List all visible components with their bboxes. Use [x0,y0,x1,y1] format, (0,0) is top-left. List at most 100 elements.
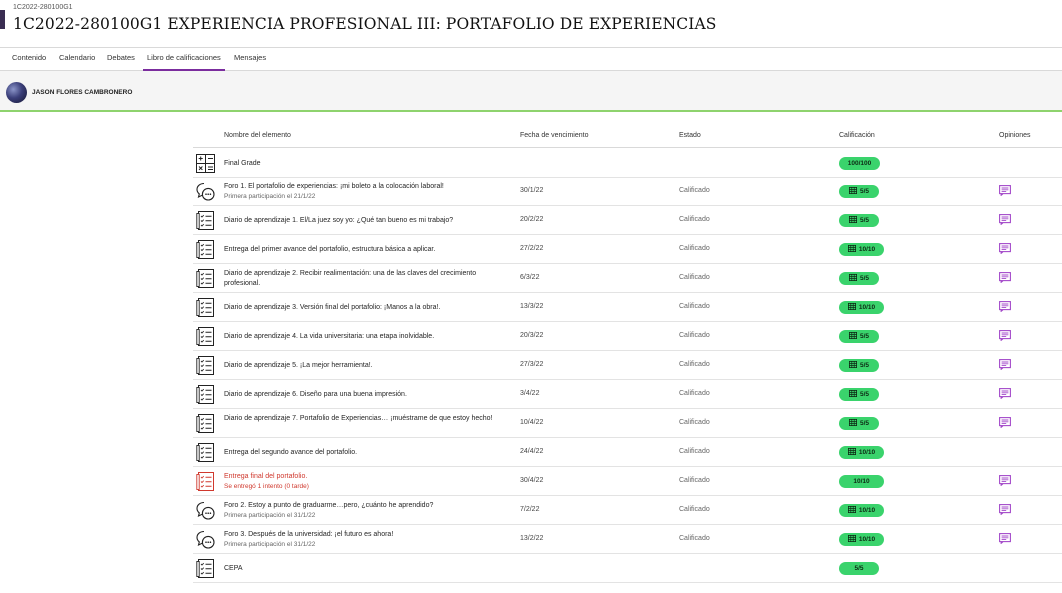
table-row: Foro 1. El portafolio de experiencias: ¡… [193,177,1062,206]
header-feedback: Opiniones [999,132,1031,139]
table-row: Diario de aprendizaje 6. Diseño para una… [193,380,1062,409]
assignment-icon [196,240,215,259]
grade-pill[interactable]: 5/5 [839,330,879,343]
course-title: 1C2022-280100G1 EXPERIENCIA PROFESIONAL … [13,15,717,33]
assignment-icon [196,443,215,462]
tab-debates[interactable]: Debates [103,48,139,71]
item-name[interactable]: Entrega del primer avance del portafolio… [224,245,504,255]
item-name[interactable]: Final Grade [224,159,504,169]
grade-pill[interactable]: 10/10 [839,243,884,256]
grade-pill[interactable]: 5/5 [839,562,879,575]
grade-pill[interactable]: 5/5 [839,214,879,227]
grade-pill[interactable]: 100/100 [839,157,880,170]
grade-pill[interactable]: 5/5 [839,417,879,430]
table-row: Diario de aprendizaje 7. Portafolio de E… [193,409,1062,438]
due-date: 6/3/22 [520,274,540,281]
discussion-icon [196,501,215,520]
feedback-icon[interactable] [999,212,1011,226]
due-date: 13/3/22 [520,303,544,310]
item-name[interactable]: Diario de aprendizaje 4. La vida univers… [224,332,504,342]
item-title[interactable]: Diario de aprendizaje 4. La vida univers… [224,333,434,340]
feedback-icon[interactable] [999,357,1011,371]
tab-mensajes[interactable]: Mensajes [230,48,270,71]
status-text: Calificado [679,419,710,426]
table-row: Entrega del primer avance del portafolio… [193,235,1062,264]
item-subtitle: Primera participación el 31/1/22 [224,540,316,548]
avatar[interactable] [6,82,27,103]
item-name[interactable]: Diario de aprendizaje 5. ¡La mejor herra… [224,361,504,371]
feedback-icon[interactable] [999,241,1011,255]
grade-pill[interactable]: 10/10 [839,446,884,459]
header-status[interactable]: Estado [679,132,701,139]
item-name[interactable]: Diario de aprendizaje 2. Recibir realime… [224,269,504,288]
status-text: Calificado [679,332,710,339]
item-name[interactable]: Entrega del segundo avance del portafoli… [224,448,504,458]
table-row: Diario de aprendizaje 3. Versión final d… [193,293,1062,322]
item-name[interactable]: Foro 3. Después de la universidad: ¡el f… [224,530,504,549]
due-date: 20/3/22 [520,332,544,339]
item-title[interactable]: Diario de aprendizaje 7. Portafolio de E… [224,415,492,422]
feedback-icon[interactable] [999,415,1011,429]
item-title[interactable]: Entrega del primer avance del portafolio… [224,246,435,253]
item-title[interactable]: Entrega final del portafolio. [224,473,307,480]
grade-pill[interactable]: 5/5 [839,388,879,401]
status-text: Calificado [679,216,710,223]
grade-table-icon [848,419,860,427]
grade-table-icon [847,535,859,543]
grade-pill[interactable]: 10/10 [839,475,884,488]
item-title[interactable]: Foro 3. Después de la universidad: ¡el f… [224,531,393,538]
course-color-stripe [0,10,5,29]
item-name[interactable]: Foro 2. Estoy a punto de graduarme…pero,… [224,501,504,520]
grade-value: 5/5 [854,565,864,572]
feedback-icon[interactable] [999,386,1011,400]
item-title[interactable]: CEPA [224,565,243,572]
item-name[interactable]: Diario de aprendizaje 6. Diseño para una… [224,390,504,400]
tab-contenido[interactable]: Contenido [8,48,50,71]
item-title[interactable]: Foro 1. El portafolio de experiencias: ¡… [224,183,444,190]
item-name[interactable]: Diario de aprendizaje 1. El/La juez soy … [224,216,504,226]
feedback-icon[interactable] [999,502,1011,516]
header-due-date[interactable]: Fecha de vencimiento [520,132,588,139]
due-date: 3/4/22 [520,390,540,397]
feedback-icon[interactable] [999,270,1011,284]
feedback-icon[interactable] [999,531,1011,545]
item-name[interactable]: Diario de aprendizaje 7. Portafolio de E… [224,414,504,424]
course-nav-tabs: Contenido Calendario Debates Libro de ca… [0,47,1062,71]
feedback-icon[interactable] [999,183,1011,197]
item-title[interactable]: Diario de aprendizaje 6. Diseño para una… [224,391,407,398]
feedback-icon[interactable] [999,299,1011,313]
feedback-icon[interactable] [999,328,1011,342]
grade-pill[interactable]: 10/10 [839,301,884,314]
item-name[interactable]: Foro 1. El portafolio de experiencias: ¡… [224,182,504,201]
grade-pill[interactable]: 10/10 [839,533,884,546]
item-title[interactable]: Entrega del segundo avance del portafoli… [224,449,357,456]
tab-libro-de-calificaciones[interactable]: Libro de calificaciones [143,48,225,71]
grade-value: 10/10 [858,507,876,514]
item-name[interactable]: CEPA [224,564,504,574]
grade-table-icon [848,361,860,369]
grade-table-icon [848,390,860,398]
item-title[interactable]: Diario de aprendizaje 2. Recibir realime… [224,270,476,287]
grades-table-header: Nombre del elemento Fecha de vencimiento… [193,125,1062,148]
grade-value: 5/5 [859,217,870,224]
grade-pill[interactable]: 5/5 [839,185,879,198]
item-name[interactable]: Entrega final del portafolio. Se entregó … [224,472,504,491]
grade-pill[interactable]: 5/5 [839,272,879,285]
item-title[interactable]: Diario de aprendizaje 5. ¡La mejor herra… [224,362,373,369]
table-row: Diario de aprendizaje 5. ¡La mejor herra… [193,351,1062,380]
item-title[interactable]: Diario de aprendizaje 3. Versión final d… [224,304,440,311]
header-name[interactable]: Nombre del elemento [224,132,291,139]
grade-pill[interactable]: 10/10 [839,504,884,517]
item-title[interactable]: Diario de aprendizaje 1. El/La juez soy … [224,217,453,224]
grade-value: 5/5 [859,420,870,427]
item-title[interactable]: Foro 2. Estoy a punto de graduarme…pero,… [224,502,433,509]
assignment-icon [196,211,215,230]
item-name[interactable]: Diario de aprendizaje 3. Versión final d… [224,303,504,313]
grade-pill[interactable]: 5/5 [839,359,879,372]
grade-value: 10/10 [853,478,870,485]
status-text: Calificado [679,274,710,281]
feedback-icon[interactable] [999,473,1011,487]
header-grade[interactable]: Calificación [839,132,875,139]
tab-calendario[interactable]: Calendario [55,48,99,71]
item-title[interactable]: Final Grade [224,160,261,167]
